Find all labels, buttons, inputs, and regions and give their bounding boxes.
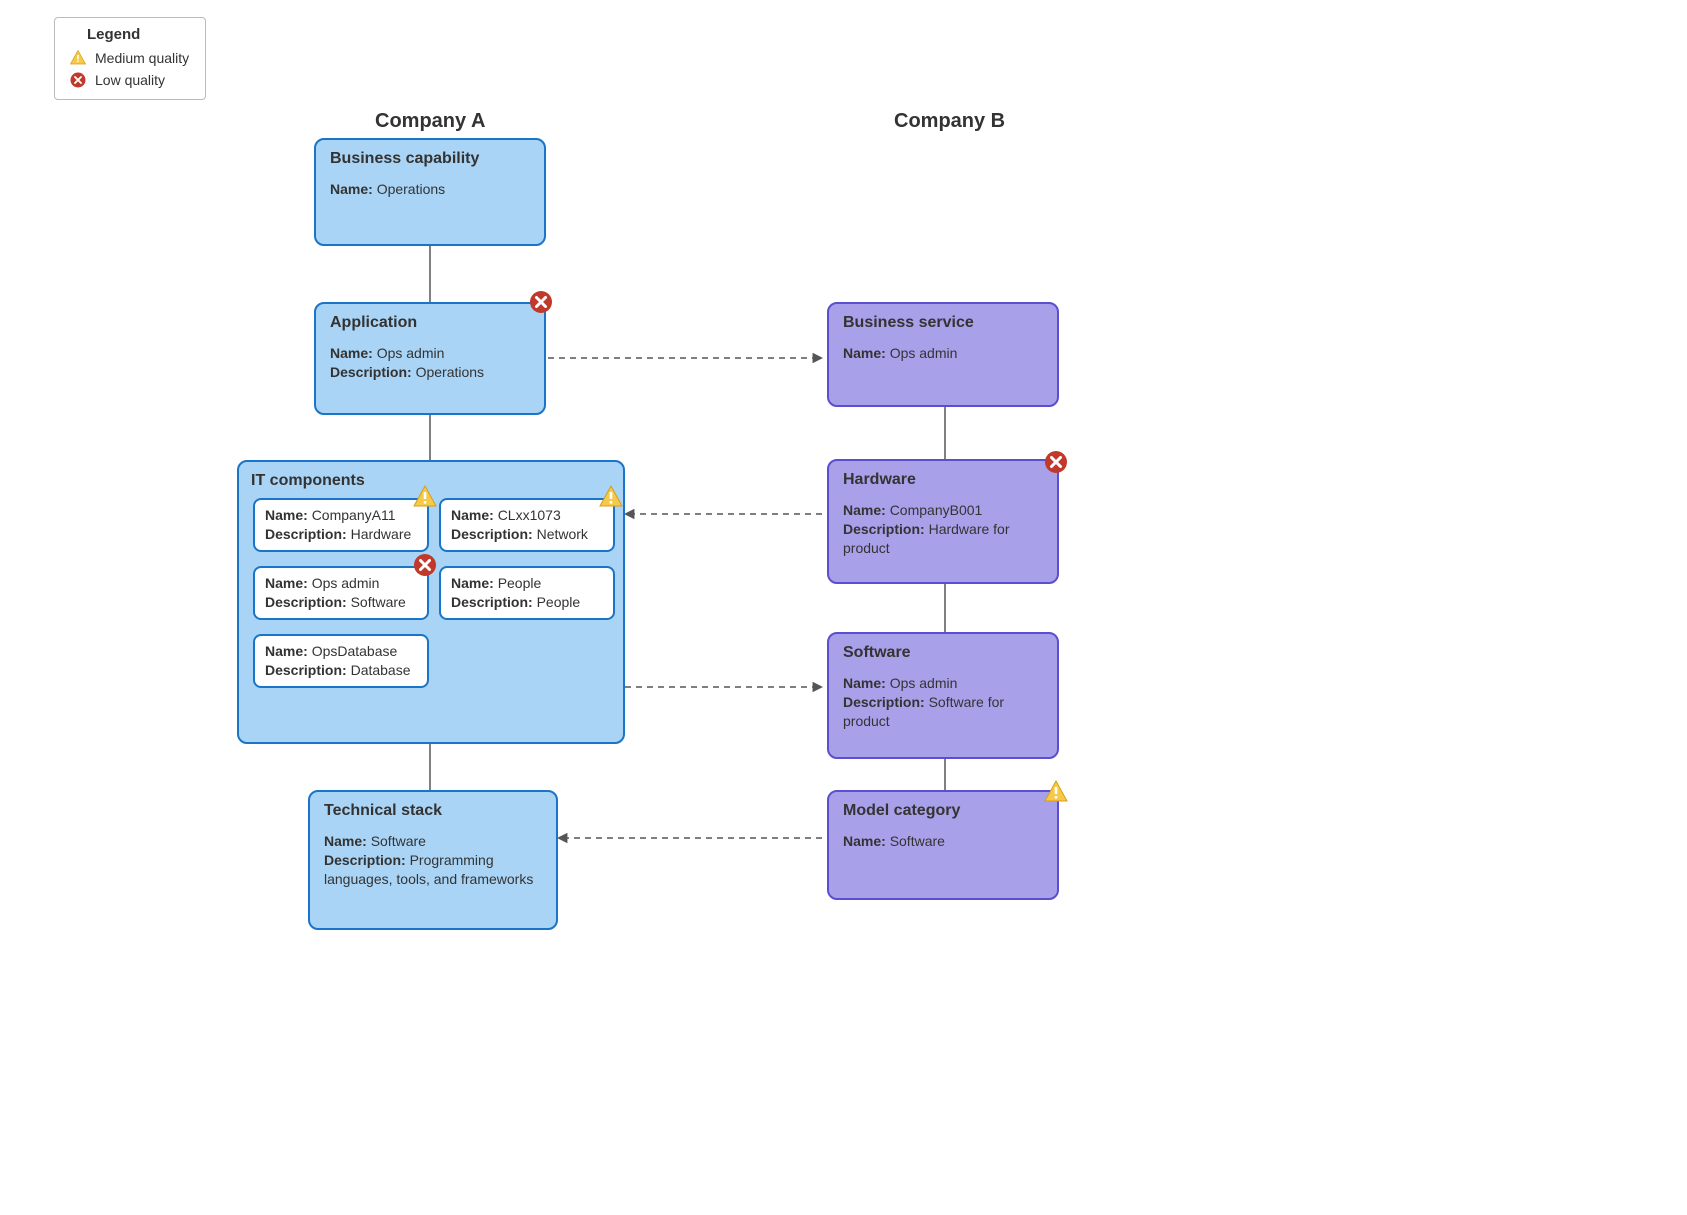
it-component-software: Name: Ops admin Description: Software (253, 566, 429, 620)
it-software-low-badge (413, 553, 437, 577)
desc-label: Description: (265, 594, 347, 610)
it-hardware-name: CompanyA11 (312, 507, 396, 523)
technical-stack-name: Software (371, 833, 426, 849)
it-people-name: People (498, 575, 542, 591)
name-label: Name: (451, 575, 494, 591)
desc-label: Description: (451, 594, 533, 610)
it-component-people: Name: People Description: People (439, 566, 615, 620)
application-title: Application (330, 314, 530, 332)
error-circle-icon (67, 71, 89, 89)
hardware-title: Hardware (843, 471, 1043, 489)
desc-label: Description: (843, 694, 925, 710)
business-service-title: Business service (843, 314, 1043, 332)
business-capability-node: Business capability Name: Operations (314, 138, 546, 246)
desc-label: Description: (324, 852, 406, 868)
name-label: Name: (843, 502, 886, 518)
technical-stack-node: Technical stack Name: Software Descripti… (308, 790, 558, 930)
legend-title: Legend (87, 26, 193, 43)
business-service-node: Business service Name: Ops admin (827, 302, 1059, 407)
application-node: Application Name: Ops admin Description:… (314, 302, 546, 415)
hardware-name-row: Name: CompanyB001 (843, 501, 1043, 520)
technical-stack-desc-row: Description: Programming languages, tool… (324, 851, 542, 889)
it-component-hardware: Name: CompanyA11 Description: Hardware (253, 498, 429, 552)
business-service-name: Ops admin (890, 345, 958, 361)
name-label: Name: (265, 575, 308, 591)
it-hardware-desc: Hardware (351, 526, 412, 542)
hardware-name: CompanyB001 (890, 502, 983, 518)
legend-low-row: Low quality (67, 71, 193, 89)
name-label: Name: (265, 643, 308, 659)
it-software-name: Ops admin (312, 575, 380, 591)
model-category-name-row: Name: Software (843, 832, 1043, 851)
software-name: Ops admin (890, 675, 958, 691)
name-label: Name: (330, 181, 373, 197)
legend-low-label: Low quality (95, 72, 165, 88)
application-name-row: Name: Ops admin (330, 344, 530, 363)
software-title: Software (843, 644, 1043, 662)
model-category-name: Software (890, 833, 945, 849)
it-database-desc: Database (351, 662, 411, 678)
it-people-desc: People (537, 594, 581, 610)
application-name: Ops admin (377, 345, 445, 361)
legend-medium-label: Medium quality (95, 50, 189, 66)
software-name-row: Name: Ops admin (843, 674, 1043, 693)
it-network-name: CLxx1073 (498, 507, 561, 523)
it-network-desc: Network (537, 526, 588, 542)
name-label: Name: (330, 345, 373, 361)
hardware-low-badge (1044, 450, 1068, 474)
model-category-medium-badge (1044, 780, 1068, 804)
legend-box: Legend Medium quality Low quality (54, 17, 206, 100)
it-network-medium-badge (599, 485, 623, 509)
name-label: Name: (451, 507, 494, 523)
diagram-canvas: Legend Medium quality Low quality Compan… (0, 0, 1687, 1215)
model-category-title: Model category (843, 802, 1043, 820)
name-label: Name: (843, 345, 886, 361)
it-hardware-medium-badge (413, 485, 437, 509)
it-database-name: OpsDatabase (312, 643, 398, 659)
technical-stack-title: Technical stack (324, 802, 542, 820)
desc-label: Description: (265, 526, 347, 542)
desc-label: Description: (451, 526, 533, 542)
name-label: Name: (843, 675, 886, 691)
legend-medium-row: Medium quality (67, 49, 193, 67)
business-capability-name: Operations (377, 181, 445, 197)
application-low-badge (529, 290, 553, 314)
name-label: Name: (265, 507, 308, 523)
business-service-name-row: Name: Ops admin (843, 344, 1043, 363)
it-component-database: Name: OpsDatabase Description: Database (253, 634, 429, 688)
technical-stack-name-row: Name: Software (324, 832, 542, 851)
it-software-desc: Software (351, 594, 406, 610)
hardware-node: Hardware Name: CompanyB001 Description: … (827, 459, 1059, 584)
application-desc: Operations (416, 364, 484, 380)
company-b-heading: Company B (894, 110, 1005, 133)
software-desc-row: Description: Software for product (843, 693, 1043, 731)
company-a-heading: Company A (375, 110, 485, 133)
desc-label: Description: (265, 662, 347, 678)
software-node: Software Name: Ops admin Description: So… (827, 632, 1059, 759)
hardware-desc-row: Description: Hardware for product (843, 520, 1043, 558)
business-capability-title: Business capability (330, 150, 530, 168)
desc-label: Description: (843, 521, 925, 537)
application-desc-row: Description: Operations (330, 363, 530, 382)
name-label: Name: (324, 833, 367, 849)
it-component-network: Name: CLxx1073 Description: Network (439, 498, 615, 552)
name-label: Name: (843, 833, 886, 849)
model-category-node: Model category Name: Software (827, 790, 1059, 900)
warning-triangle-icon (67, 49, 89, 67)
business-capability-name-row: Name: Operations (330, 180, 530, 199)
desc-label: Description: (330, 364, 412, 380)
